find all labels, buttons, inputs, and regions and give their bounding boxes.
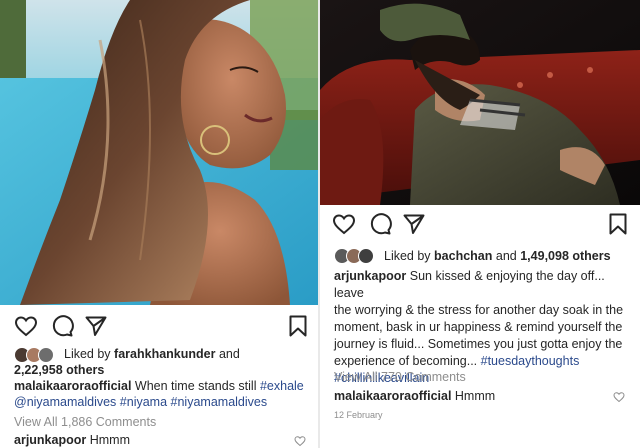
comment-row: malaikaaroraofficial Hmmm — [334, 389, 495, 403]
comment-text: Hmmm — [454, 389, 496, 403]
heart-icon[interactable] — [14, 314, 38, 338]
liked-count[interactable]: 2,22,958 others — [14, 363, 104, 377]
share-icon[interactable] — [84, 314, 108, 338]
hashtag[interactable]: #niyama — [120, 395, 167, 409]
sofa-portrait-photo — [320, 0, 640, 205]
mention[interactable]: @niyamamaldives — [14, 395, 116, 409]
comment-text: Hmmm — [89, 433, 130, 447]
liked-prefix: Liked by — [384, 249, 431, 263]
hashtag[interactable]: #niyamamaldives — [171, 395, 268, 409]
instagram-post-right: Liked by bachchan and 1,49,098 others ar… — [320, 0, 640, 448]
liked-by-text[interactable]: Liked by farahkhankunder and — [64, 347, 240, 362]
caption-text-line: the worrying & the stress for another da… — [334, 303, 624, 317]
caption-username[interactable]: arjunkapoor — [334, 269, 406, 283]
caption-text-line: experience of becoming... — [334, 354, 478, 368]
comment-icon[interactable] — [50, 314, 74, 338]
comment-username[interactable]: malaikaaroraofficial — [334, 389, 451, 403]
liked-username[interactable]: farahkhankunder — [114, 347, 215, 361]
liked-count[interactable]: 1,49,098 others — [520, 249, 610, 263]
bookmark-icon[interactable] — [286, 314, 310, 338]
comment-row: arjunkapoor Hmmm — [14, 433, 130, 447]
bookmark-icon[interactable] — [606, 212, 630, 236]
liker-avatars[interactable] — [334, 248, 380, 266]
post-photo[interactable] — [320, 0, 640, 205]
caption-text: When time stands still — [134, 379, 257, 393]
post-actions — [320, 210, 640, 240]
liked-by-text[interactable]: Liked by bachchan and 1,49,098 others — [384, 249, 611, 264]
hashtag[interactable]: #exhale — [260, 379, 304, 393]
comment-icon[interactable] — [368, 212, 392, 236]
comment-username[interactable]: arjunkapoor — [14, 433, 86, 447]
comment-like-heart-icon[interactable] — [294, 435, 306, 447]
view-all-comments[interactable]: View All 770 Comments — [334, 370, 466, 384]
comment-like-heart-icon[interactable] — [613, 391, 625, 403]
liked-and: and — [495, 249, 517, 263]
beach-portrait-photo — [0, 0, 318, 305]
instagram-post-left: Liked by farahkhankunder and 2,22,958 ot… — [0, 0, 318, 448]
share-icon[interactable] — [402, 212, 426, 236]
hashtag[interactable]: #tuesdaythoughts — [481, 354, 580, 368]
post-date: 12 February — [334, 410, 383, 420]
avatar — [38, 347, 54, 363]
liked-prefix: Liked by — [64, 347, 111, 361]
caption-text-line: journey is fluid... Sometimes you just g… — [334, 337, 623, 351]
liked-username[interactable]: bachchan — [434, 249, 492, 263]
avatar — [358, 248, 374, 264]
caption-username[interactable]: malaikaaroraofficial — [14, 379, 131, 393]
liked-and: and — [218, 347, 240, 361]
caption-text-line: moment, bask in ur happiness & remind yo… — [334, 320, 623, 334]
post-actions — [0, 312, 318, 342]
post-photo[interactable] — [0, 0, 318, 305]
heart-icon[interactable] — [332, 212, 356, 236]
liked-count-line[interactable]: 2,22,958 others — [14, 363, 104, 378]
view-all-comments[interactable]: View All 1,886 Comments — [14, 415, 156, 429]
post-caption: malaikaaroraofficial When time stands st… — [14, 379, 314, 410]
